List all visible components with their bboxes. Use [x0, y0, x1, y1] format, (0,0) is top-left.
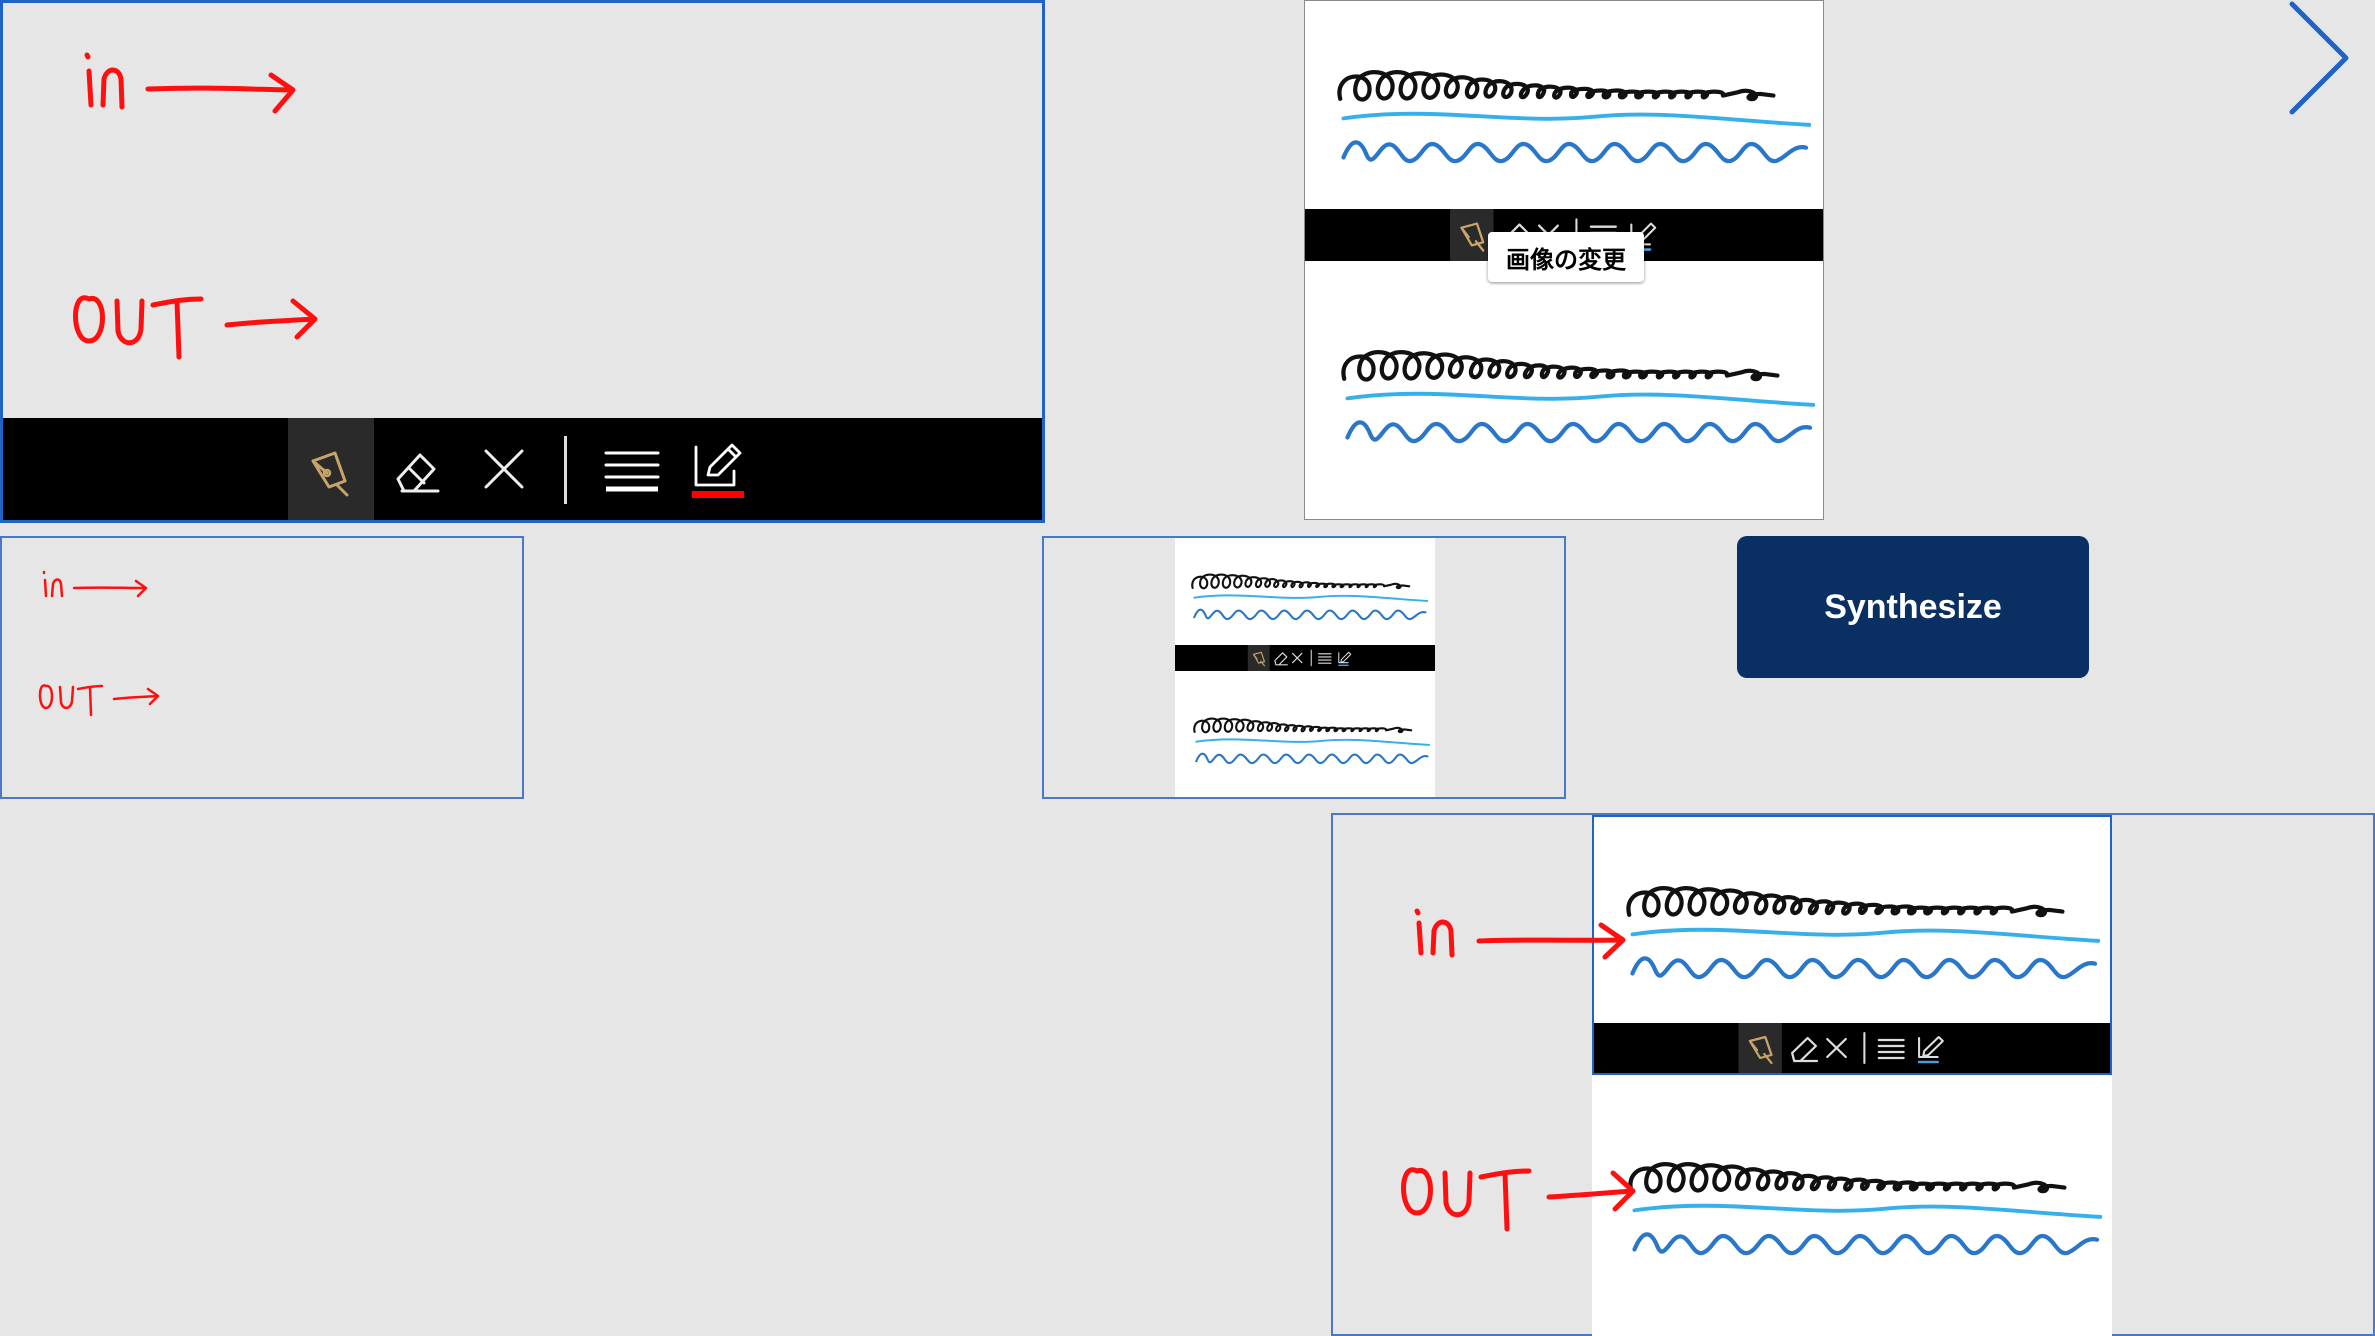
eraser-tool-button[interactable] [375, 418, 461, 520]
pen-color-icon [692, 443, 744, 498]
pen-icon [311, 451, 349, 497]
clear-tool-button[interactable] [461, 418, 547, 520]
pen-input-preview [0, 536, 524, 799]
synthesize-button[interactable]: Synthesize [1737, 536, 2089, 678]
pen-toolbar [3, 418, 1042, 520]
stroke-width-icon [604, 451, 660, 492]
output-handwriting-labels [1401, 908, 1636, 1232]
thumbnail-ink-sample-bottom [1193, 717, 1431, 765]
synthesized-output-panel [1331, 813, 2375, 1336]
change-image-tooltip: 画像の変更 [1488, 232, 1644, 282]
chevron-right-icon[interactable] [2284, 0, 2354, 116]
clear-icon [484, 449, 524, 489]
thumbnail-ink-sample-top [1191, 573, 1429, 621]
pen-color-button[interactable] [675, 418, 761, 520]
stroke-width-button[interactable] [589, 418, 675, 520]
reference-thumbnail-frame [1042, 536, 1566, 799]
output-in-ink-sample [1622, 879, 2112, 993]
toolbar-separator [564, 436, 567, 504]
pen-tool-button[interactable] [288, 418, 374, 520]
reference-ink-sample-bottom [1337, 343, 1827, 457]
eraser-icon [396, 453, 440, 493]
reference-thumbnail [1175, 538, 1435, 797]
pen-input-panel[interactable] [0, 0, 1045, 523]
preview-handwriting [38, 570, 160, 717]
output-out-ink-sample [1624, 1155, 2114, 1269]
handwriting-in-text [73, 52, 318, 360]
thumbnail-toolbar [1175, 645, 1435, 671]
reference-ink-sample-top [1333, 63, 1823, 177]
